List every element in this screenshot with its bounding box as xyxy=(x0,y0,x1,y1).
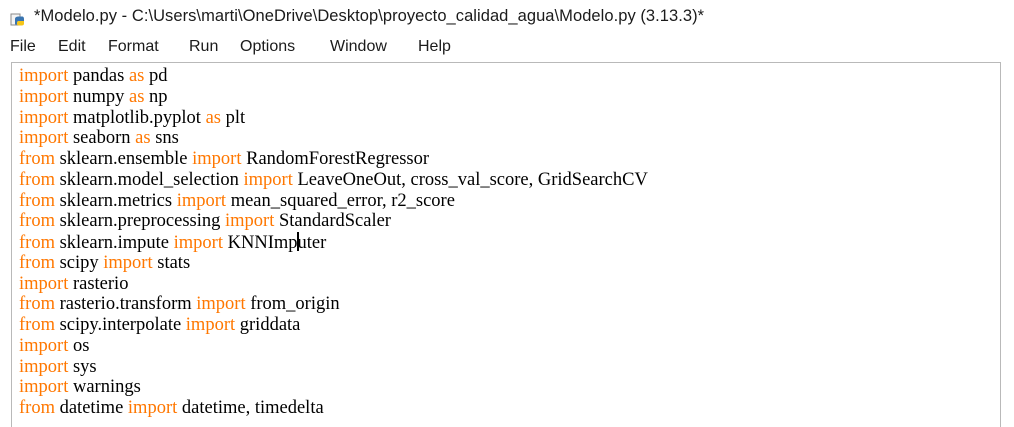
keyword-token: from xyxy=(19,315,55,335)
keyword-token: import xyxy=(19,107,69,128)
code-line[interactable]: import seaborn as sns xyxy=(19,128,648,149)
keyword-token: import xyxy=(196,294,246,315)
code-token: griddata xyxy=(235,315,301,335)
code-line[interactable]: import rasterio xyxy=(19,274,648,295)
code-token: rasterio.transform xyxy=(54,294,197,315)
code-line[interactable]: from sklearn.model_selection import Leav… xyxy=(19,170,648,191)
python-file-icon xyxy=(10,13,24,26)
code-line[interactable]: from scipy.interpolate import griddata xyxy=(19,315,648,336)
code-token: datetime xyxy=(54,398,128,418)
keyword-token: from xyxy=(19,169,55,190)
menu-help[interactable]: Help xyxy=(418,38,451,56)
code-token: from_origin xyxy=(245,294,340,315)
code-token: sklearn.model_selection xyxy=(54,169,244,190)
keyword-token: import xyxy=(127,398,178,418)
code-token: np xyxy=(144,86,168,107)
code-token: seaborn xyxy=(68,128,136,149)
keyword-token: import xyxy=(176,190,227,211)
code-token: StandardScaler xyxy=(274,211,391,232)
code-line[interactable]: from datetime import datetime, timedelta xyxy=(19,398,648,419)
code-token: pd xyxy=(144,66,168,86)
menu-bar: File Edit Format Run Options Window Help xyxy=(0,34,1014,62)
menu-options[interactable]: Options xyxy=(240,38,295,56)
code-token: sklearn.impute xyxy=(54,233,174,253)
keyword-token: import xyxy=(19,86,69,107)
code-token: plt xyxy=(220,107,246,128)
keyword-token: import xyxy=(19,128,69,149)
keyword-token: from xyxy=(19,294,55,315)
keyword-token: from xyxy=(19,211,55,232)
keyword-token: import xyxy=(19,377,69,398)
code-editor[interactable]: import pandas as pd import numpy as np imp… xyxy=(11,62,1001,427)
code-line[interactable]: import numpy as np xyxy=(19,87,648,108)
code-token: sns xyxy=(150,128,179,149)
code-token: os xyxy=(68,335,90,356)
code-token: mean_squared_error, r2_score xyxy=(226,190,455,211)
code-token: LeaveOneOut, cross_val_score, GridSearch… xyxy=(292,169,648,190)
keyword-token: as xyxy=(128,66,145,86)
code-token: stats xyxy=(152,252,191,273)
code-token: pandas xyxy=(68,66,129,86)
code-token: numpy xyxy=(68,86,129,107)
code-text-area[interactable]: import pandas as pd import numpy as np imp… xyxy=(19,66,648,419)
menu-file[interactable]: File xyxy=(10,38,36,56)
menu-edit[interactable]: Edit xyxy=(58,38,86,56)
keyword-token: import xyxy=(103,252,153,273)
title-bar[interactable]: *Modelo.py - C:\Users\marti\OneDrive\Des… xyxy=(0,0,1014,34)
keyword-token: import xyxy=(19,66,69,86)
code-token: KNNImp xyxy=(223,233,298,253)
code-line[interactable]: from sklearn.ensemble import RandomFores… xyxy=(19,149,648,170)
code-token: rasterio xyxy=(68,273,129,294)
keyword-token: import xyxy=(225,211,275,232)
code-line[interactable]: import sys xyxy=(19,357,648,378)
code-line[interactable]: from sklearn.metrics import mean_squared… xyxy=(19,191,648,212)
keyword-token: from xyxy=(19,233,55,253)
code-line[interactable]: from sklearn.preprocessing import Standa… xyxy=(19,211,648,232)
code-token: sklearn.preprocessing xyxy=(54,211,226,232)
code-token: datetime, timedelta xyxy=(177,398,324,418)
code-token: scipy.interpolate xyxy=(54,315,186,335)
window-title: *Modelo.py - C:\Users\marti\OneDrive\Des… xyxy=(34,7,705,25)
menu-window[interactable]: Window xyxy=(330,38,387,56)
keyword-token: from xyxy=(19,149,55,169)
code-token: warnings xyxy=(68,377,141,398)
code-line[interactable]: from rasterio.transform import from_orig… xyxy=(19,294,648,315)
keyword-token: as xyxy=(135,128,151,149)
code-token: sys xyxy=(68,356,97,377)
keyword-token: import xyxy=(19,335,69,356)
code-line[interactable]: import warnings xyxy=(19,377,648,398)
code-line[interactable]: from sklearn.impute import KNNImputer xyxy=(19,232,648,253)
keyword-token: import xyxy=(192,149,242,169)
code-line[interactable]: import pandas as pd xyxy=(19,66,648,87)
keyword-token: import xyxy=(185,315,236,335)
keyword-token: from xyxy=(19,252,55,273)
code-line[interactable]: from scipy import stats xyxy=(19,253,648,274)
code-token: sklearn.metrics xyxy=(54,190,177,211)
keyword-token: import xyxy=(19,273,69,294)
keyword-token: from xyxy=(19,398,55,418)
menu-format[interactable]: Format xyxy=(108,38,159,56)
keyword-token: as xyxy=(205,107,221,128)
code-token: RandomForestRegressor xyxy=(241,149,430,169)
keyword-token: import xyxy=(243,169,293,190)
keyword-token: as xyxy=(128,86,145,107)
idle-editor-window: *Modelo.py - C:\Users\marti\OneDrive\Des… xyxy=(0,0,1014,427)
code-line[interactable]: import os xyxy=(19,336,648,357)
keyword-token: import xyxy=(173,233,223,253)
keyword-token: import xyxy=(19,356,69,377)
code-line[interactable]: import matplotlib.pyplot as plt xyxy=(19,108,648,129)
code-token: scipy xyxy=(54,252,104,273)
keyword-token: from xyxy=(19,190,55,211)
code-token: sklearn.ensemble xyxy=(54,149,193,169)
menu-run[interactable]: Run xyxy=(189,38,218,56)
code-token: matplotlib.pyplot xyxy=(68,107,206,128)
code-token: uter xyxy=(297,233,327,253)
